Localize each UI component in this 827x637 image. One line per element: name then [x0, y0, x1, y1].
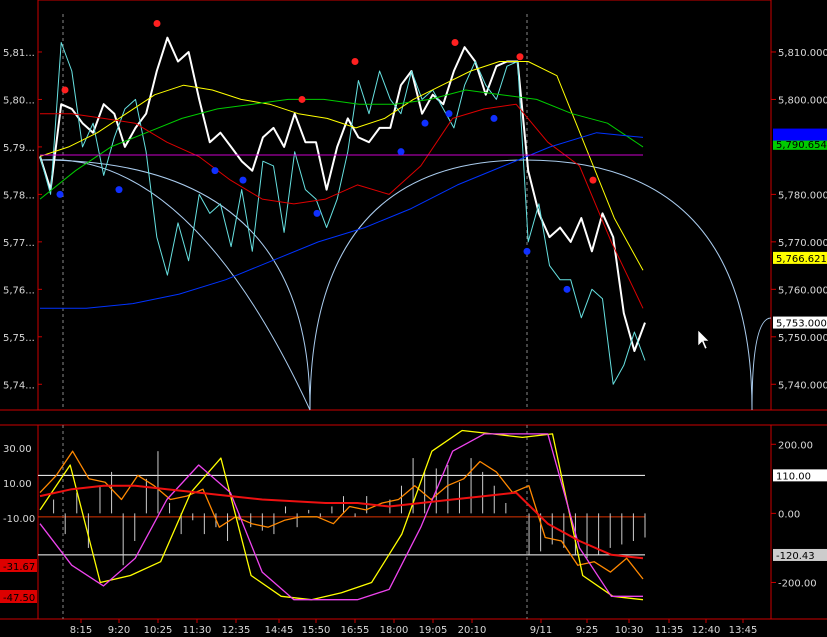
x-tick-label: 16:55 — [341, 625, 370, 636]
high-marker — [516, 53, 524, 61]
trading-chart: 5,81... 5,80... 5,79... 5,78... 5,77... 5,76.… — [0, 0, 827, 637]
right-y-tick-label: 5,770.000 — [778, 238, 827, 249]
left-y-tick-label: 5,77... — [3, 238, 35, 249]
right-y-tick-label: 5,760.000 — [778, 285, 827, 296]
right-y-tick-label: 5,750.000 — [778, 333, 827, 344]
osc-left-y-tick-label: -10.00 — [3, 514, 35, 525]
x-tick-label: 11:30 — [183, 625, 212, 636]
low-marker — [313, 209, 321, 217]
price-value-tag-label: 5,790.654 — [776, 140, 827, 151]
osc-right-y-tick-label: 0.00 — [778, 509, 800, 520]
low-marker — [490, 114, 498, 122]
left-y-tick-label: 5,75... — [3, 333, 35, 344]
x-tick-label: 9/11 — [530, 625, 552, 636]
price-value-tag-label: 5,753.000 — [776, 319, 827, 330]
low-marker — [56, 190, 64, 198]
x-tick-label: 10:30 — [615, 625, 644, 636]
osc-left-tag-label: -47.50 — [3, 593, 35, 604]
x-tick-label: 12:35 — [222, 625, 251, 636]
low-marker — [523, 247, 531, 255]
low-marker — [115, 186, 123, 194]
osc-left-tag-label: -31.67 — [3, 562, 35, 573]
high-marker — [61, 86, 69, 94]
price-value-tag-label: 5,766.621 — [776, 254, 827, 265]
x-tick-label: 9:25 — [576, 625, 598, 636]
high-marker — [298, 95, 306, 103]
right-y-tick-label: 5,740.000 — [778, 380, 827, 391]
osc-value-tag-label: -120.43 — [776, 551, 815, 562]
x-tick-label: 19:05 — [419, 625, 448, 636]
low-marker — [239, 176, 247, 184]
osc-right-y-tick-label: -200.00 — [778, 578, 817, 589]
osc-left-y-tick-label: 10.00 — [3, 479, 32, 490]
right-y-tick-label: 5,810.000 — [778, 48, 827, 59]
low-marker — [445, 110, 453, 118]
left-y-tick-label: 5,74... — [3, 380, 35, 391]
low-marker — [211, 167, 219, 175]
x-tick-label: 9:20 — [108, 625, 130, 636]
right-y-tick-label: 5,800.000 — [778, 95, 827, 106]
left-y-tick-label: 5,79... — [3, 143, 35, 154]
high-marker — [351, 57, 359, 65]
left-y-tick-label: 5,80... — [3, 95, 35, 106]
x-tick-label: 13:45 — [729, 625, 758, 636]
high-marker — [153, 19, 161, 27]
x-tick-label: 14:45 — [265, 625, 294, 636]
x-tick-label: 11:35 — [655, 625, 684, 636]
x-tick-label: 8:15 — [70, 625, 92, 636]
right-y-tick-label: 5,780.000 — [778, 190, 827, 201]
high-marker — [451, 38, 459, 46]
x-tick-label: 20:10 — [458, 625, 487, 636]
low-marker — [421, 119, 429, 127]
left-y-tick-label: 5,78... — [3, 190, 35, 201]
left-y-tick-label: 5,81... — [3, 48, 35, 59]
x-tick-label: 18:00 — [380, 625, 409, 636]
x-tick-label: 10:25 — [144, 625, 173, 636]
osc-right-y-tick-label: 200.00 — [778, 440, 813, 451]
low-marker — [397, 148, 405, 156]
osc-left-y-tick-label: 30.00 — [3, 444, 32, 455]
osc-value-tag-label: 110.00 — [776, 471, 811, 482]
low-marker — [563, 285, 571, 293]
high-marker — [589, 176, 597, 184]
x-tick-label: 12:40 — [692, 625, 721, 636]
price-value-tag — [773, 128, 827, 141]
left-y-tick-label: 5,76... — [3, 285, 35, 296]
x-tick-label: 15:50 — [302, 625, 331, 636]
